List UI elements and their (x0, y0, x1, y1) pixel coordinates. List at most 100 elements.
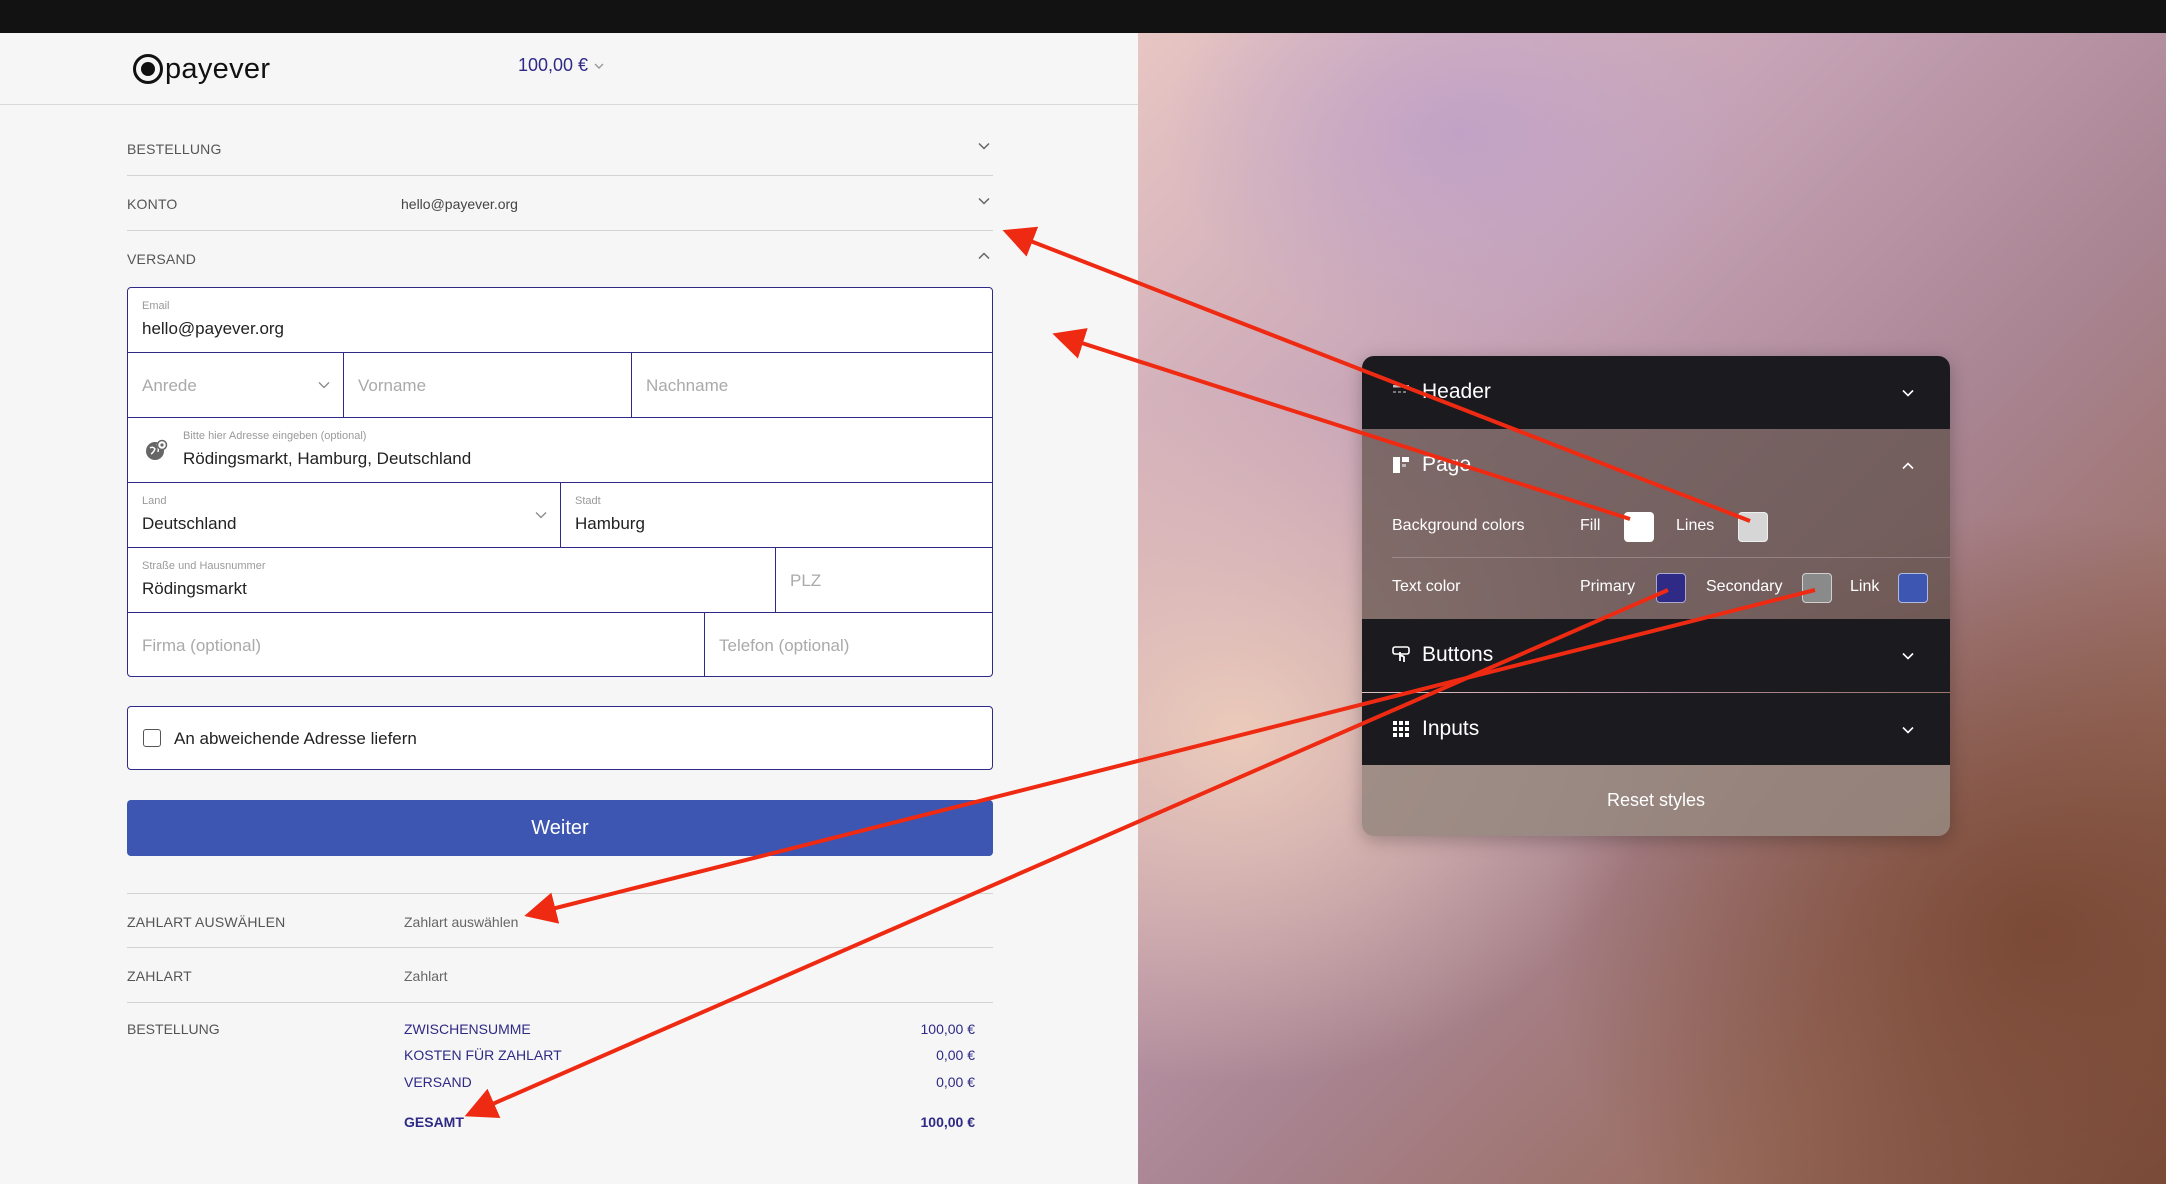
section-versand[interactable]: VERSAND (127, 231, 993, 286)
email-value: hello@payever.org (142, 319, 285, 338)
chevron-up-icon (978, 252, 990, 260)
link-label: Link (1850, 578, 1880, 595)
lines-color-swatch[interactable] (1738, 512, 1768, 542)
land-select[interactable]: Land Deutschland (128, 483, 561, 548)
primary-color-swatch[interactable] (1656, 573, 1686, 603)
summary-line-amount: 0,00 € (936, 1047, 975, 1063)
section-bestellung[interactable]: BESTELLUNG (127, 121, 993, 176)
address-search-field[interactable]: Bitte hier Adresse eingeben (optional) R… (128, 418, 992, 483)
summary-total-amount: 100,00 € (920, 1114, 976, 1130)
logo-text: payever (165, 52, 271, 85)
zahlart-auswaehlen-value: Zahlart auswählen (404, 914, 519, 930)
summary-label: BESTELLUNG (127, 1021, 220, 1037)
payever-logo-icon (133, 54, 163, 84)
page-layout-icon (1393, 457, 1409, 473)
reset-styles-button[interactable]: Reset styles (1362, 765, 1950, 836)
panel-header-title: Header (1422, 380, 1491, 403)
panel-buttons-section[interactable]: Buttons (1362, 619, 1950, 692)
summary-line-amount: 100,00 € (920, 1021, 976, 1037)
email-label: Email (142, 300, 170, 312)
stadt-value: Hamburg (575, 514, 645, 533)
anrede-placeholder: Anrede (142, 376, 197, 395)
chevron-down-icon (594, 63, 604, 69)
header-amount-dropdown[interactable]: 100,00 € (518, 55, 604, 76)
nachname-field[interactable]: Nachname (632, 353, 992, 418)
zahlart-value: Zahlart (404, 968, 448, 984)
nachname-placeholder: Nachname (646, 376, 729, 395)
plz-placeholder: PLZ (790, 571, 822, 590)
strasse-value: Rödingsmarkt (142, 579, 247, 598)
email-field[interactable]: Email hello@payever.org (128, 288, 992, 353)
alt-address-option[interactable]: An abweichende Adresse liefern (127, 706, 993, 770)
alt-address-label: An abweichende Adresse liefern (174, 729, 417, 748)
telefon-field[interactable]: Telefon (optional) (705, 613, 992, 676)
strasse-label: Straße und Hausnummer (142, 560, 266, 572)
zahlart-label: ZAHLART (127, 968, 192, 984)
zahlart-auswaehlen-label: ZAHLART AUSWÄHLEN (127, 914, 286, 930)
panel-header-section[interactable]: Header (1362, 356, 1950, 429)
secondary-color-swatch[interactable] (1802, 573, 1832, 603)
summary-total: GESAMT 100,00 € (404, 1114, 993, 1134)
anrede-select[interactable]: Anrede (128, 353, 344, 418)
section-konto-label: KONTO (127, 196, 178, 212)
panel-inputs-title: Inputs (1422, 717, 1480, 740)
grid-dots-icon (1393, 721, 1409, 737)
land-label: Land (142, 495, 167, 507)
lines-label: Lines (1676, 517, 1715, 534)
text-color-label: Text color (1392, 578, 1461, 595)
vorname-placeholder: Vorname (358, 376, 427, 395)
fill-color-swatch[interactable] (1624, 512, 1654, 542)
section-konto[interactable]: KONTO hello@payever.org (127, 176, 993, 231)
stadt-label: Stadt (575, 495, 601, 507)
panel-buttons-title: Buttons (1422, 643, 1494, 666)
link-color-swatch[interactable] (1898, 573, 1928, 603)
primary-label: Primary (1580, 578, 1636, 595)
section-konto-value: hello@payever.org (401, 196, 518, 212)
stadt-field[interactable]: Stadt Hamburg (561, 483, 992, 548)
chevron-down-icon (535, 512, 547, 519)
address-label: Bitte hier Adresse eingeben (optional) (183, 430, 367, 442)
panel-page-title: Page (1422, 453, 1472, 476)
vorname-field[interactable]: Vorname (344, 353, 632, 418)
section-bestellung-label: BESTELLUNG (127, 141, 222, 157)
alt-address-checkbox[interactable] (143, 729, 161, 747)
summary-line-amount: 0,00 € (936, 1074, 975, 1090)
panel-inputs-section[interactable]: Inputs (1362, 693, 1950, 765)
globe-pin-icon (146, 439, 168, 460)
background-colors-row: Background colors Fill Lines (1362, 496, 1950, 557)
summary-line-label: KOSTEN FÜR ZAHLART (404, 1047, 562, 1063)
payever-logo[interactable]: payever (133, 51, 270, 87)
chevron-down-icon (318, 382, 330, 389)
section-versand-label: VERSAND (127, 251, 197, 267)
background-colors-label: Background colors (1392, 517, 1525, 534)
address-value: Rödingsmarkt, Hamburg, Deutschland (183, 449, 472, 468)
fill-label: Fill (1580, 517, 1601, 534)
secondary-label: Secondary (1706, 578, 1783, 595)
section-zahlart[interactable]: ZAHLART Zahlart (127, 948, 993, 1003)
chevron-down-icon (1902, 726, 1914, 734)
strasse-field[interactable]: Straße und Hausnummer Rödingsmarkt (128, 548, 776, 613)
panel-page-toggle[interactable]: Page (1362, 429, 1950, 502)
header-amount-text: 100,00 € (518, 55, 589, 75)
summary-total-label: GESAMT (404, 1114, 464, 1130)
summary-line: ZWISCHENSUMME 100,00 € (404, 1021, 993, 1041)
panel-page-section: Page Background colors Fill Lines Text c… (1362, 429, 1950, 619)
telefon-placeholder: Telefon (optional) (719, 636, 850, 655)
checkout-header: payever 100,00 € (0, 33, 1138, 105)
style-panel: Header Page Background colors Fill Lines… (1362, 356, 1950, 836)
header-layout-icon (1393, 385, 1409, 393)
section-zahlart-auswaehlen[interactable]: ZAHLART AUSWÄHLEN Zahlart auswählen (127, 893, 993, 948)
firma-field[interactable]: Firma (optional) (128, 613, 705, 676)
shipping-form: Email hello@payever.org Anrede Vorname N… (127, 287, 993, 677)
summary-line: KOSTEN FÜR ZAHLART 0,00 € (404, 1047, 993, 1067)
button-hand-icon (1392, 646, 1410, 662)
chevron-up-icon (1902, 462, 1914, 470)
chevron-down-icon (978, 142, 990, 150)
summary-line-label: VERSAND (404, 1074, 472, 1090)
summary-line-label: ZWISCHENSUMME (404, 1021, 531, 1037)
land-value: Deutschland (142, 514, 237, 533)
chevron-down-icon (1902, 652, 1914, 660)
plz-field[interactable]: PLZ (776, 548, 992, 613)
weiter-button[interactable]: Weiter (127, 800, 993, 856)
window-top-bar (0, 0, 2166, 33)
